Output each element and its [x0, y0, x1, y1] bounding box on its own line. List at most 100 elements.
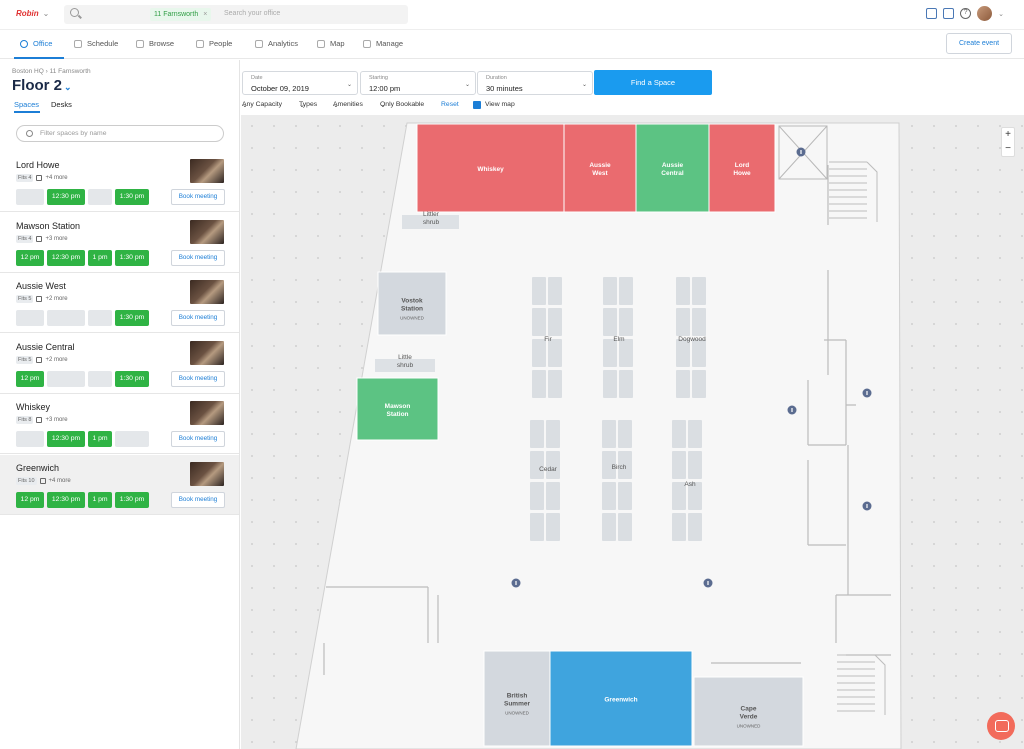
- bookable-filter[interactable]: Only Bookable ⌄: [380, 101, 424, 109]
- capacity-filter[interactable]: Any Capacity ⌄: [242, 101, 282, 109]
- desk[interactable]: [546, 513, 560, 541]
- desk[interactable]: [688, 513, 702, 541]
- desk[interactable]: [692, 339, 706, 367]
- tab-analytics[interactable]: Analytics: [255, 39, 298, 48]
- desk[interactable]: [603, 370, 617, 398]
- desk[interactable]: [688, 451, 702, 479]
- brand-menu[interactable]: Robin ⌄: [16, 9, 49, 18]
- space-row[interactable]: Mawson Station Fits 4 +3 more 12 pm 12:30 pm…: [0, 213, 239, 273]
- desk[interactable]: [619, 370, 633, 398]
- desk[interactable]: [676, 277, 690, 305]
- book-meeting-button[interactable]: Book meeting: [171, 491, 225, 508]
- close-icon[interactable]: ×: [203, 11, 207, 18]
- book-meeting-button[interactable]: Book meeting: [171, 431, 225, 447]
- desk[interactable]: [602, 482, 616, 510]
- time-slot[interactable]: 12:30 pm: [47, 491, 85, 508]
- desk[interactable]: [619, 277, 633, 305]
- space-row[interactable]: Greenwich Fits 10 +4 more 12 pm 12:30 pm 1 pm…: [0, 454, 239, 515]
- breadcrumb[interactable]: Boston HQ › 11 Farnsworth: [12, 68, 91, 75]
- avatar[interactable]: [977, 6, 993, 21]
- desk[interactable]: [619, 308, 633, 336]
- desk[interactable]: [692, 277, 706, 305]
- help-icon[interactable]: ?: [960, 8, 972, 19]
- reset-link[interactable]: Reset: [441, 101, 459, 108]
- types-filter[interactable]: Types ⌄: [299, 101, 317, 109]
- tab-office[interactable]: Office: [20, 39, 52, 48]
- tab-desks[interactable]: Desks: [51, 100, 72, 109]
- book-meeting-button[interactable]: Book meeting: [171, 189, 225, 205]
- gift-icon[interactable]: [943, 8, 955, 19]
- desk[interactable]: [602, 513, 616, 541]
- desk[interactable]: [692, 370, 706, 398]
- create-event-button[interactable]: Create event: [946, 33, 1012, 54]
- calendar-icon[interactable]: [926, 8, 938, 19]
- time-slot[interactable]: 1 pm: [88, 249, 112, 266]
- desk[interactable]: [532, 339, 546, 367]
- desk[interactable]: [546, 451, 560, 479]
- desk[interactable]: [530, 482, 544, 510]
- time-slot[interactable]: 1:30 pm: [115, 491, 149, 508]
- time-slot[interactable]: 1 pm: [88, 491, 112, 508]
- desk[interactable]: [603, 308, 617, 336]
- desk[interactable]: [546, 420, 560, 448]
- desk[interactable]: [602, 420, 616, 448]
- desk[interactable]: [548, 339, 562, 367]
- tab-manage[interactable]: Manage: [363, 39, 403, 48]
- time-slot[interactable]: 12:30 pm: [47, 249, 85, 266]
- zoom-out-button[interactable]: −: [1002, 142, 1014, 156]
- desk[interactable]: [618, 420, 632, 448]
- find-space-button[interactable]: Find a Space: [594, 70, 712, 95]
- time-slot[interactable]: 12 pm: [16, 249, 44, 266]
- desk[interactable]: [530, 451, 544, 479]
- tab-schedule[interactable]: Schedule: [74, 39, 118, 48]
- time-slot[interactable]: 12 pm: [16, 491, 44, 508]
- time-slot[interactable]: 12:30 pm: [47, 431, 85, 447]
- space-filter-input[interactable]: Filter spaces by name: [16, 125, 224, 142]
- space-row[interactable]: Aussie Central Fits 5 +2 more 12 pm 1:30 pm B…: [0, 334, 239, 394]
- desk[interactable]: [619, 339, 633, 367]
- desk[interactable]: [603, 277, 617, 305]
- chevron-down-icon[interactable]: ⌄: [998, 10, 1004, 18]
- desk[interactable]: [672, 420, 686, 448]
- desk[interactable]: [548, 308, 562, 336]
- start-time-picker[interactable]: Starting 12:00 pm ⌄: [360, 71, 476, 95]
- time-slot[interactable]: 1:30 pm: [115, 189, 149, 205]
- zoom-in-button[interactable]: +: [1002, 128, 1014, 142]
- book-meeting-button[interactable]: Book meeting: [171, 310, 225, 326]
- desk[interactable]: [672, 451, 686, 479]
- floor-map[interactable]: Whiskey Aussie West Aussie Central Lord Howe Ma…: [241, 115, 1024, 749]
- office-search[interactable]: 11 Farnsworth × Search your office: [64, 5, 408, 24]
- desk[interactable]: [618, 513, 632, 541]
- amenities-filter[interactable]: Amenities ⌄: [333, 101, 363, 109]
- space-row[interactable]: Lord Howe Fits 4 +4 more 12:30 pm 1:30 pm Boo…: [0, 152, 239, 212]
- space-row[interactable]: Aussie West Fits 5 +2 more 1:30 pm Book meet…: [0, 273, 239, 333]
- desk[interactable]: [603, 339, 617, 367]
- date-picker[interactable]: Date October 09, 2019 ⌄: [242, 71, 358, 95]
- floor-plan[interactable]: WhiskeyAussie WestAussie CentralLord HoweMa…: [241, 115, 1024, 749]
- desk[interactable]: [548, 370, 562, 398]
- location-chip[interactable]: 11 Farnsworth ×: [150, 8, 212, 21]
- desk[interactable]: [532, 308, 546, 336]
- desk[interactable]: [688, 420, 702, 448]
- tab-map[interactable]: Map: [317, 39, 345, 48]
- desk[interactable]: [530, 513, 544, 541]
- space-row[interactable]: Whiskey Fits 8 +3 more 12:30 pm 1 pm Book mee…: [0, 394, 239, 454]
- desk[interactable]: [676, 308, 690, 336]
- time-slot[interactable]: 12 pm: [16, 370, 44, 387]
- chat-launcher[interactable]: [987, 712, 1015, 740]
- book-meeting-button[interactable]: Book meeting: [171, 249, 225, 266]
- desk[interactable]: [676, 370, 690, 398]
- time-slot[interactable]: 12:30 pm: [47, 189, 85, 205]
- desk[interactable]: [532, 277, 546, 305]
- view-map-checkbox[interactable]: [473, 101, 481, 109]
- desk[interactable]: [530, 420, 544, 448]
- tab-people[interactable]: People: [196, 39, 232, 48]
- desk[interactable]: [676, 339, 690, 367]
- desk[interactable]: [546, 482, 560, 510]
- time-slot[interactable]: 1:30 pm: [115, 310, 149, 326]
- time-slot[interactable]: 1:30 pm: [115, 249, 149, 266]
- duration-picker[interactable]: Duration 30 minutes ⌄: [477, 71, 593, 95]
- book-meeting-button[interactable]: Book meeting: [171, 370, 225, 387]
- floor-selector[interactable]: Floor 2 ⌄: [12, 77, 72, 94]
- time-slot[interactable]: 1:30 pm: [115, 370, 149, 387]
